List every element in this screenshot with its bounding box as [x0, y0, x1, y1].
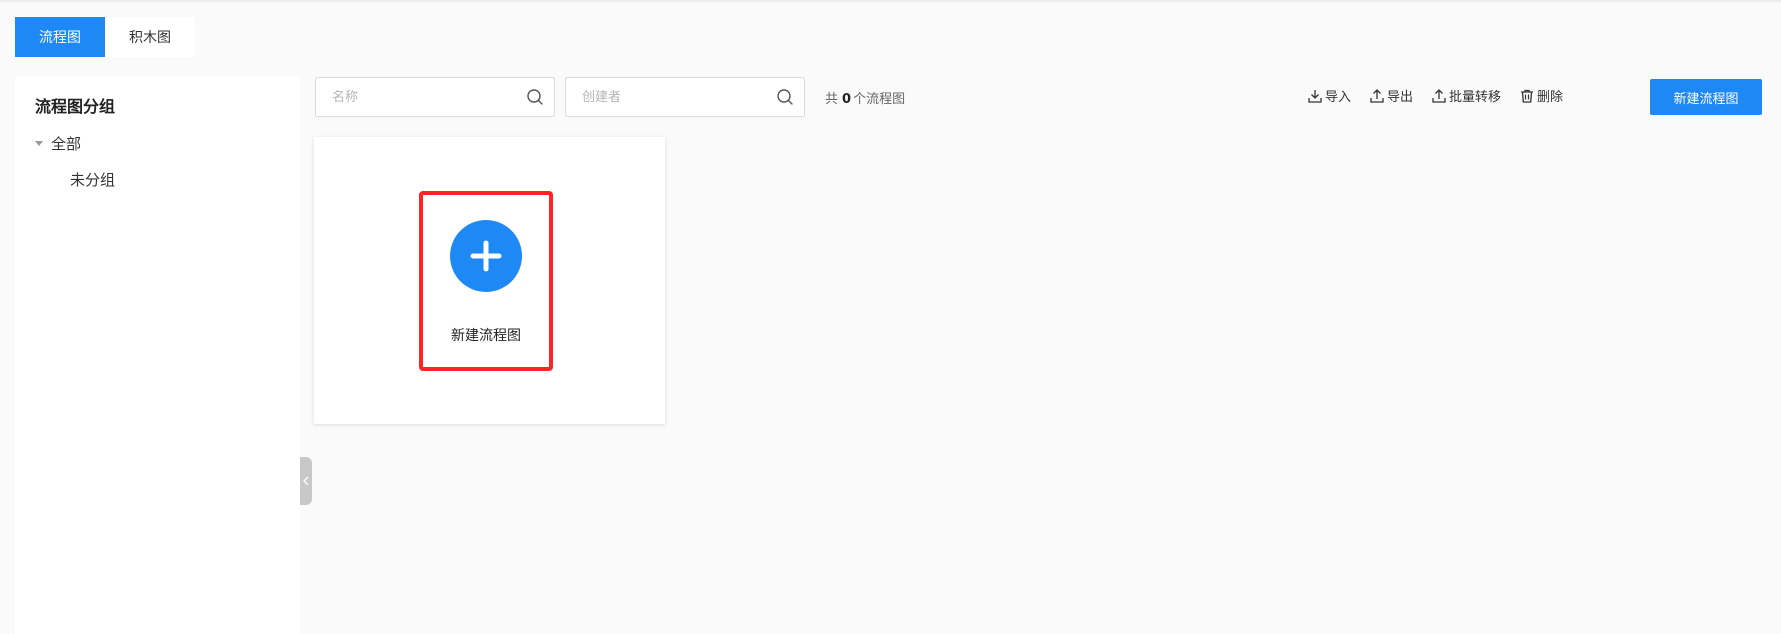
- search-icon[interactable]: [526, 88, 544, 106]
- count-value: 0: [842, 92, 852, 107]
- upload-icon: [1370, 88, 1384, 103]
- sidebar-collapse-handle[interactable]: [300, 457, 312, 505]
- new-flowchart-button[interactable]: 新建流程图: [1650, 79, 1762, 115]
- import-label: 导入: [1324, 90, 1351, 105]
- group-sidebar: 流程图分组 全部 未分组: [15, 77, 300, 634]
- creator-search-input[interactable]: [582, 89, 776, 105]
- sidebar-title: 流程图分组: [35, 97, 116, 116]
- tab-flowchart[interactable]: 流程图: [15, 17, 105, 57]
- tree-item-label: 未分组: [70, 171, 116, 189]
- toolbar-actions: 导入 导出 批量转移 删除: [1289, 86, 1563, 105]
- flowchart-count: 共 0 个流程图: [825, 88, 905, 107]
- view-tabs: 流程图 积木图: [15, 17, 195, 57]
- batch-transfer-action[interactable]: 批量转移: [1431, 86, 1501, 105]
- upload-icon: [1432, 88, 1446, 103]
- new-flowchart-card[interactable]: 新建流程图: [314, 137, 665, 424]
- tree-item-label: 全部: [51, 135, 82, 153]
- new-flowchart-card-highlight[interactable]: 新建流程图: [419, 191, 553, 371]
- export-label: 导出: [1386, 90, 1413, 105]
- trash-icon: [1520, 89, 1533, 103]
- export-action[interactable]: 导出: [1369, 86, 1413, 105]
- download-icon: [1308, 89, 1322, 103]
- tab-block-chart[interactable]: 积木图: [105, 17, 195, 57]
- chevron-left-icon: [303, 476, 309, 486]
- batch-transfer-label: 批量转移: [1448, 90, 1501, 105]
- new-flowchart-card-label: 新建流程图: [451, 328, 521, 344]
- name-search-input[interactable]: [332, 89, 526, 105]
- count-suffix: 个流程图: [853, 92, 906, 107]
- import-action[interactable]: 导入: [1307, 86, 1351, 105]
- tree-item-all[interactable]: 全部: [35, 133, 81, 154]
- tree-item-ungrouped[interactable]: 未分组: [70, 169, 115, 190]
- top-divider: [0, 0, 1781, 2]
- delete-action[interactable]: 删除: [1519, 86, 1563, 105]
- count-prefix: 共: [825, 92, 839, 107]
- delete-label: 删除: [1536, 90, 1563, 105]
- name-search-box: [315, 77, 555, 117]
- caret-down-icon[interactable]: [35, 141, 43, 146]
- plus-icon[interactable]: [450, 220, 522, 292]
- creator-search-box: [565, 77, 805, 117]
- search-icon[interactable]: [776, 88, 794, 106]
